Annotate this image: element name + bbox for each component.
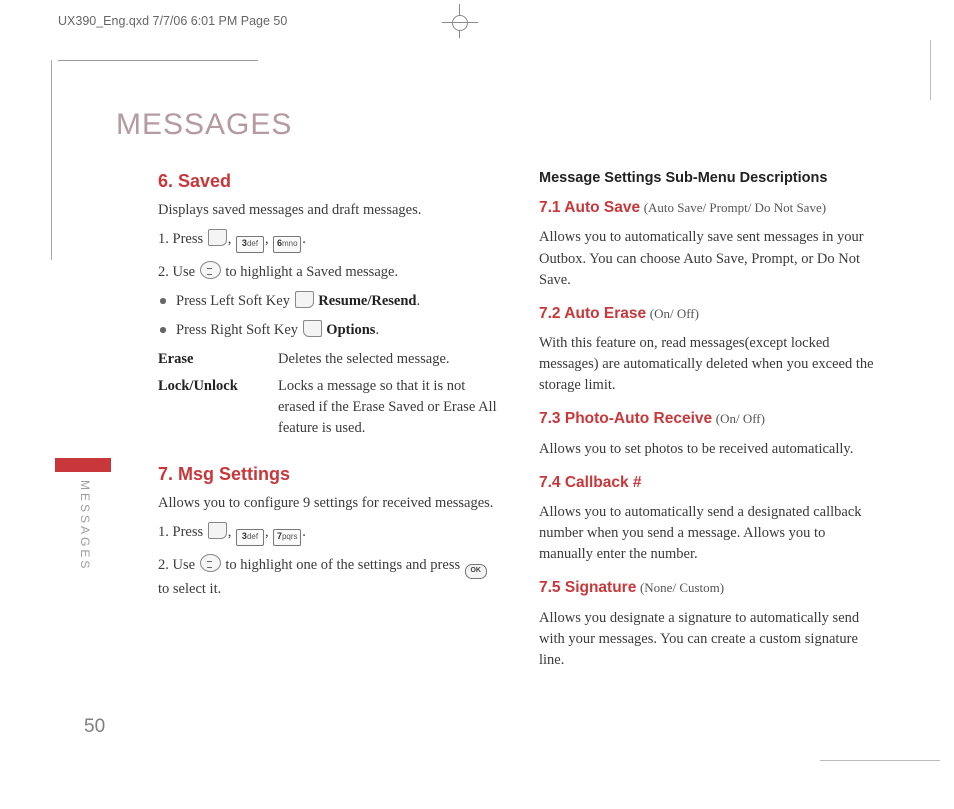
text: , — [228, 524, 235, 540]
text: to select it. — [158, 581, 221, 597]
term: Erase — [158, 349, 278, 370]
item-title: 7.1 Auto Save — [539, 199, 640, 216]
text: . — [417, 293, 421, 309]
content-columns: 6. Saved Displays saved messages and dra… — [158, 168, 878, 683]
text: 2. Use — [158, 557, 199, 573]
term: Lock/Unlock — [158, 376, 278, 439]
keypad-3-icon: 3def — [236, 529, 264, 546]
item-7-5: 7.5 Signature (None/ Custom) Allows you … — [539, 577, 878, 671]
item-7-3: 7.3 Photo-Auto Receive (On/ Off) Allows … — [539, 408, 878, 459]
item-desc: Allows you to set photos to be received … — [539, 439, 878, 460]
side-tab — [55, 458, 111, 472]
text: 1. Press — [158, 231, 207, 247]
registration-mark-icon — [440, 10, 480, 40]
right-softkey-icon — [303, 320, 322, 337]
keypad-3-icon: 3def — [236, 236, 264, 253]
side-tab-label: MESSAGES — [78, 480, 92, 571]
def-lock: Lock/Unlock Locks a message so that it i… — [158, 376, 497, 439]
crop-mark — [820, 760, 940, 761]
s6-step2: 2. Use to highlight a Saved message. — [158, 261, 497, 283]
item-7-1: 7.1 Auto Save (Auto Save/ Prompt/ Do Not… — [539, 197, 878, 291]
page-number: 50 — [84, 716, 105, 738]
text: . — [375, 322, 379, 338]
print-header: UX390_Eng.qxd 7/7/06 6:01 PM Page 50 — [0, 14, 954, 42]
desc: Deletes the selected message. — [278, 349, 497, 370]
text: , — [265, 231, 272, 247]
item-options: (Auto Save/ Prompt/ Do Not Save) — [644, 200, 826, 215]
print-header-text: UX390_Eng.qxd 7/7/06 6:01 PM Page 50 — [58, 14, 287, 28]
s7-step2: 2. Use to highlight one of the settings … — [158, 554, 497, 600]
section-6-title: 6. Saved — [158, 168, 497, 194]
text: Press Left Soft Key — [176, 293, 294, 309]
text: , — [228, 231, 235, 247]
section-6-intro: Displays saved messages and draft messag… — [158, 200, 497, 221]
item-title: 7.4 Callback # — [539, 474, 642, 491]
text: Options — [326, 322, 375, 338]
item-desc: Allows you to automatically send a desig… — [539, 502, 878, 565]
left-softkey-icon — [208, 229, 227, 246]
nav-key-icon — [200, 261, 221, 279]
item-title: 7.5 Signature — [539, 579, 636, 596]
item-desc: Allows you to automatically save sent me… — [539, 227, 878, 290]
item-title: 7.3 Photo-Auto Receive — [539, 410, 712, 427]
desc: Locks a message so that it is not erased… — [278, 376, 497, 439]
left-softkey-icon — [208, 522, 227, 539]
left-softkey-icon — [295, 291, 314, 308]
keypad-7-icon: 7pqrs — [273, 529, 301, 546]
nav-key-icon — [200, 554, 221, 572]
item-7-4: 7.4 Callback # Allows you to automatical… — [539, 472, 878, 566]
right-subhead: Message Settings Sub-Menu Descriptions — [539, 168, 878, 189]
s6-bullet-resume: Press Left Soft Key Resume/Resend. — [158, 291, 497, 312]
item-7-2: 7.2 Auto Erase (On/ Off) With this featu… — [539, 303, 878, 397]
text: to highlight a Saved message. — [225, 264, 398, 280]
section-7-intro: Allows you to configure 9 settings for r… — [158, 493, 497, 514]
item-desc: With this feature on, read messages(exce… — [539, 333, 878, 396]
text: Resume/Resend — [318, 293, 416, 309]
item-desc: Allows you designate a signature to auto… — [539, 608, 878, 671]
manual-page: UX390_Eng.qxd 7/7/06 6:01 PM Page 50 MES… — [0, 0, 954, 809]
text: 1. Press — [158, 524, 207, 540]
right-column: Message Settings Sub-Menu Descriptions 7… — [539, 168, 878, 683]
item-options: (On/ Off) — [716, 411, 765, 426]
text: . — [302, 524, 306, 540]
text: . — [302, 231, 306, 247]
text: 2. Use — [158, 264, 199, 280]
item-title: 7.2 Auto Erase — [539, 305, 646, 322]
s6-bullet-options: Press Right Soft Key Options. — [158, 320, 497, 341]
crop-mark — [51, 60, 52, 260]
keypad-6-icon: 6mno — [273, 236, 301, 253]
chapter-title: MESSAGES — [116, 108, 292, 142]
item-options: (None/ Custom) — [640, 580, 724, 595]
ok-key-icon: OK — [465, 564, 487, 579]
text: , — [265, 524, 272, 540]
text: to highlight one of the settings and pre… — [225, 557, 463, 573]
left-column: 6. Saved Displays saved messages and dra… — [158, 168, 497, 683]
s7-step1: 1. Press , 3def, 7pqrs. — [158, 522, 497, 546]
text: Press Right Soft Key — [176, 322, 302, 338]
crop-mark — [58, 60, 258, 61]
crop-mark — [930, 40, 931, 100]
item-options: (On/ Off) — [650, 306, 699, 321]
section-7-title: 7. Msg Settings — [158, 461, 497, 487]
def-erase: Erase Deletes the selected message. — [158, 349, 497, 370]
s6-step1: 1. Press , 3def, 6mno. — [158, 229, 497, 253]
